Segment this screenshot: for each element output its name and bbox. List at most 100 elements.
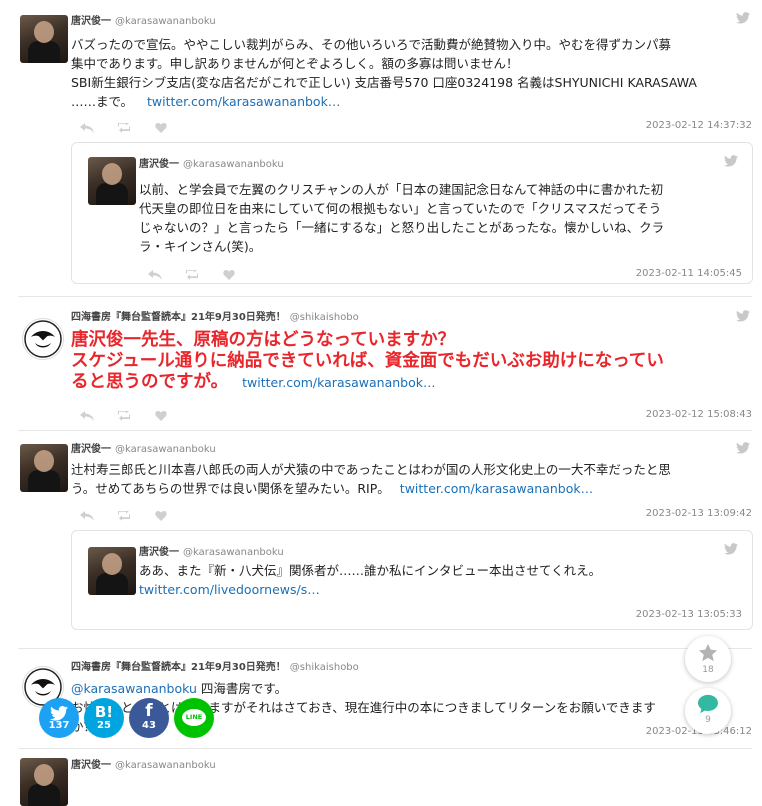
avatar[interactable] xyxy=(22,318,64,360)
twitter-bird-icon xyxy=(736,310,750,322)
tweet-author[interactable]: 四海書房『舞台監督読本』21年9月30日発売！ @shikaishobo xyxy=(71,658,359,673)
tweet-link[interactable]: twitter.com/karasawananbok… xyxy=(147,94,340,109)
tweet-card: 唐沢俊一 @karasawananboku xyxy=(18,754,752,806)
twitter-bird-icon xyxy=(724,543,738,555)
comment-count: 9 xyxy=(705,715,711,725)
tweet-line: ……まで。 xyxy=(71,94,134,109)
share-count: 43 xyxy=(142,720,156,731)
timestamp[interactable]: 2023-02-13 13:05:33 xyxy=(636,609,742,620)
quoted-tweet[interactable]: 唐沢俊一 @karasawananboku ああ、また『新・八犬伝』関係者が……誰… xyxy=(71,530,753,630)
tweet-card: 四海書房『舞台監督読本』21年9月30日発売！ @shikaishobo 唐沢俊一… xyxy=(18,302,752,431)
twitter-bird-icon xyxy=(724,155,738,167)
author-name: 唐沢俊一 xyxy=(71,444,111,455)
star-icon xyxy=(698,643,718,662)
star-button[interactable]: 18 xyxy=(685,636,731,682)
tweet-line: バズったので宣伝。ややこしい裁判がらみ、その他いろいろで活動費が絶賛物入り中。や… xyxy=(71,37,672,52)
tweet-line: 唐沢俊一先生、原稿の方はどうなっていますか？ xyxy=(71,330,456,350)
tweet-line: 集中であります。申し訳ありませんが何とぞよろしく。額の多寡は問いません！ xyxy=(71,56,519,71)
hatena-bookmark-button[interactable]: B! 25 xyxy=(84,698,124,738)
star-count: 18 xyxy=(702,665,714,675)
retweet-icon[interactable] xyxy=(117,408,131,421)
comment-icon xyxy=(698,694,718,714)
tweet-author[interactable]: 唐沢俊一 @karasawananboku xyxy=(139,155,284,170)
tweet-author[interactable]: 唐沢俊一 @karasawananboku xyxy=(71,756,216,771)
tweet-line: 以前、と学会員で左翼のクリスチャンの人が「日本の建国記念日なんて神話の中に書かれ… xyxy=(139,182,664,197)
reply-icon[interactable] xyxy=(148,270,162,280)
tweet-text: 以前、と学会員で左翼のクリスチャンの人が「日本の建国記念日なんて神話の中に書かれ… xyxy=(139,180,739,256)
author-name: 唐沢俊一 xyxy=(139,547,179,558)
like-icon[interactable] xyxy=(154,411,168,421)
mention-link[interactable]: @karasawananboku xyxy=(71,681,197,696)
tweet-author[interactable]: 唐沢俊一 @karasawananboku xyxy=(139,543,284,558)
tweet-actions xyxy=(148,265,236,280)
author-handle: @karasawananboku xyxy=(115,444,216,455)
tweet-text: ああ、また『新・八犬伝』関係者が……誰か私にインタビュー本出させてくれえ。 tw… xyxy=(139,561,739,599)
shikai-logo-icon xyxy=(24,320,62,358)
retweet-icon[interactable] xyxy=(117,508,131,521)
author-name: 四海書房『舞台監督読本』21年9月30日発売！ xyxy=(71,662,286,673)
tweet-line: ると思うのですが。 xyxy=(71,372,229,392)
avatar[interactable] xyxy=(88,157,136,205)
tweet-line: じゃないの？」と言ったら「一緒にするな」と怒り出したことがあったな。懐かしいね、… xyxy=(139,220,665,235)
tweet-line: スケジュール通りに納品できていれば、資金面でもだいぶお助けになってい xyxy=(71,351,664,371)
tweet-author[interactable]: 四海書房『舞台監督読本』21年9月30日発売！ @shikaishobo xyxy=(71,308,359,323)
tweet-link[interactable]: twitter.com/karasawananbok… xyxy=(242,375,435,390)
tweet-line: 四海書房です。 xyxy=(196,681,288,696)
author-handle: @shikaishobo xyxy=(289,662,359,673)
tweet-card: 唐沢俊一 @karasawananboku 辻村寿三郎氏と川本喜八郎氏の両人が犬猿… xyxy=(18,434,753,649)
tweet-text: 辻村寿三郎氏と川本喜八郎氏の両人が犬猿の中であったことはわが国の人形文化史上の一… xyxy=(71,460,751,498)
reply-icon[interactable] xyxy=(80,411,94,421)
avatar[interactable] xyxy=(20,758,68,806)
tweet-card: 唐沢俊一 @karasawananboku バズったので宣伝。ややこしい裁判がらみ… xyxy=(18,6,753,297)
tweet-author[interactable]: 唐沢俊一 @karasawananboku xyxy=(71,440,216,455)
tweet-actions xyxy=(80,506,168,521)
timestamp[interactable]: 2023-02-11 14:05:45 xyxy=(636,268,742,279)
reply-icon[interactable] xyxy=(80,511,94,521)
tweet-actions xyxy=(80,406,168,421)
retweet-icon[interactable] xyxy=(185,267,199,280)
like-icon[interactable] xyxy=(222,270,236,280)
twitter-bird-icon xyxy=(50,706,68,721)
author-handle: @karasawananboku xyxy=(183,159,284,170)
tweet-line: ああ、また『新・八犬伝』関係者が……誰か私にインタビュー本出させてくれえ。 xyxy=(139,563,602,578)
tweet-author[interactable]: 唐沢俊一 @karasawananboku xyxy=(71,12,216,27)
tweet-text: 唐沢俊一先生、原稿の方はどうなっていますか？ スケジュール通りに納品できていれば… xyxy=(71,330,751,393)
tweet-link[interactable]: twitter.com/karasawananbok… xyxy=(400,481,593,496)
share-count: 25 xyxy=(97,720,111,731)
avatar[interactable] xyxy=(20,15,68,63)
author-name: 四海書房『舞台監督読本』21年9月30日発売！ xyxy=(71,312,286,323)
tweet-link[interactable]: twitter.com/livedoornews/s… xyxy=(139,582,320,597)
author-name: 唐沢俊一 xyxy=(71,16,111,27)
tweet-line: う。せめてあちらの世界では良い関係を望みたい。RIP。 xyxy=(71,481,390,496)
author-handle: @karasawananboku xyxy=(115,16,216,27)
share-count: 137 xyxy=(48,720,70,731)
retweet-icon[interactable] xyxy=(117,120,131,133)
quoted-tweet[interactable]: 唐沢俊一 @karasawananboku 以前、と学会員で左翼のクリスチャンの人… xyxy=(71,142,753,284)
twitter-bird-icon xyxy=(736,12,750,24)
timestamp[interactable]: 2023-02-13 13:09:42 xyxy=(646,508,752,519)
facebook-share-button[interactable]: f 43 xyxy=(129,698,169,738)
hatena-label: B! xyxy=(94,703,114,721)
tweet-line: ラ・キインさん(笑)。 xyxy=(139,239,262,254)
reply-icon[interactable] xyxy=(80,123,94,133)
avatar[interactable] xyxy=(88,547,136,595)
author-handle: @shikaishobo xyxy=(289,312,359,323)
facebook-icon: f xyxy=(145,701,153,721)
avatar[interactable] xyxy=(20,444,68,492)
twitter-bird-icon xyxy=(736,442,750,454)
line-label: LINE xyxy=(185,713,203,721)
timestamp[interactable]: 2023-02-12 14:37:32 xyxy=(646,120,752,131)
like-icon[interactable] xyxy=(154,511,168,521)
tweet-text: バズったので宣伝。ややこしい裁判がらみ、その他いろいろで活動費が絶賛物入り中。や… xyxy=(71,35,751,111)
author-name: 唐沢俊一 xyxy=(139,159,179,170)
tweet-line: 代天皇の即位日を由来にしていて何の根拠もない」と言っていたので「クリスマスだって… xyxy=(139,201,662,216)
tweet-actions xyxy=(80,118,168,133)
comment-button[interactable]: 9 xyxy=(685,688,731,734)
author-handle: @karasawananboku xyxy=(183,547,284,558)
like-icon[interactable] xyxy=(154,123,168,133)
line-share-button[interactable]: LINE xyxy=(174,698,214,738)
timestamp[interactable]: 2023-02-12 15:08:43 xyxy=(646,409,752,420)
tweet-line: 辻村寿三郎氏と川本喜八郎氏の両人が犬猿の中であったことはわが国の人形文化史上の一… xyxy=(71,462,671,477)
tweet-line: SBI新生銀行シブ支店(変な店名だがこれで正しい) 支店番号570 口座0324… xyxy=(71,75,697,90)
twitter-share-button[interactable]: 137 xyxy=(39,698,79,738)
